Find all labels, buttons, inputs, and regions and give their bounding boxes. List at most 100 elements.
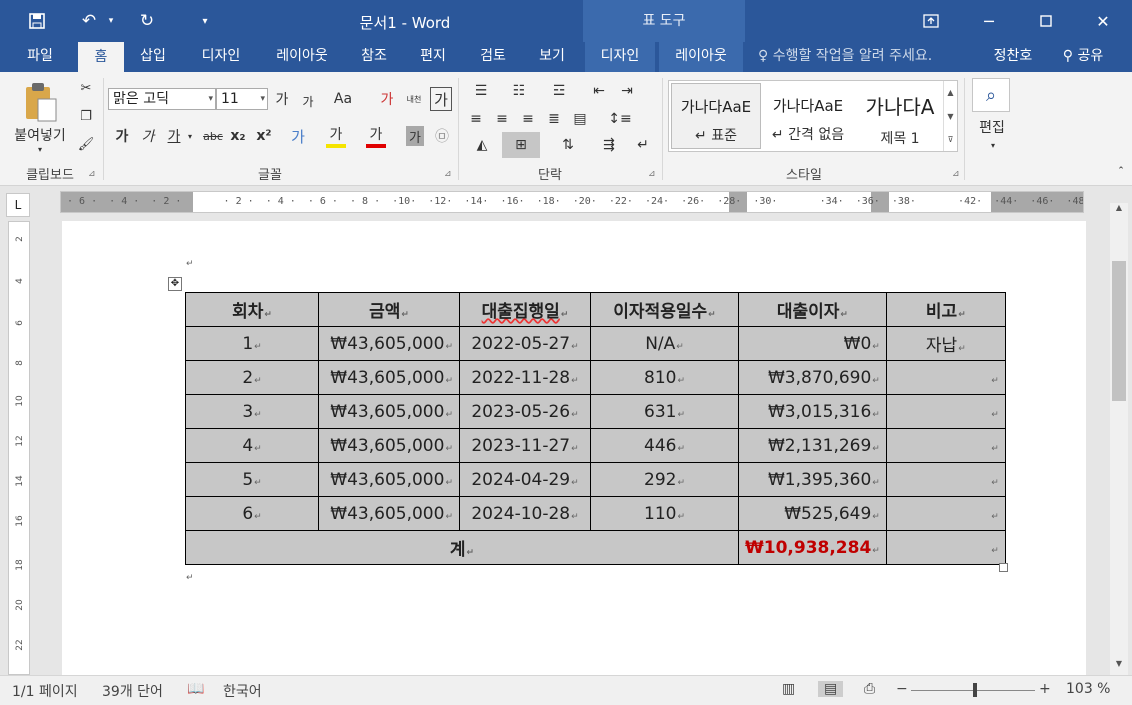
table-cell[interactable]: ↵: [885, 462, 1006, 497]
table-cell[interactable]: 5↵: [185, 462, 319, 497]
total-label-cell[interactable]: 계↵: [185, 530, 739, 565]
table-cell[interactable]: 2024-10-28↵: [459, 496, 591, 531]
font-name-combo[interactable]: 맑은 고딕 ▾: [108, 88, 216, 110]
save-icon[interactable]: [22, 8, 52, 34]
table-cell[interactable]: 110↵: [590, 496, 739, 531]
web-layout-icon[interactable]: ⎙: [864, 681, 875, 697]
col-header[interactable]: 대출집행일↵: [459, 292, 591, 327]
font-color-button[interactable]: 가: [366, 124, 386, 148]
underline-button[interactable]: 가: [164, 124, 184, 148]
copy-icon[interactable]: ❐: [76, 106, 96, 126]
table-cell[interactable]: ↵: [885, 496, 1006, 531]
zoom-out-icon[interactable]: −: [896, 681, 908, 697]
tab-view[interactable]: 보기: [528, 42, 576, 72]
styles-launcher-icon[interactable]: ⊿: [952, 169, 960, 179]
gallery-up-icon[interactable]: ▲: [943, 81, 957, 105]
table-cell[interactable]: 2022-05-27↵: [459, 326, 591, 361]
distribute-icon[interactable]: ▤: [570, 108, 590, 130]
style-normal[interactable]: 가나다AaE ↵ 표준: [671, 83, 761, 149]
col-header[interactable]: 회차↵: [185, 292, 319, 327]
table-cell[interactable]: ₩0↵: [738, 326, 887, 361]
table-cell[interactable]: ↵: [885, 360, 1006, 395]
cut-icon[interactable]: ✂: [76, 78, 96, 98]
change-case-button[interactable]: Aa: [330, 88, 356, 110]
col-header[interactable]: 비고↵: [885, 292, 1006, 327]
tab-review[interactable]: 검토: [470, 42, 516, 72]
tab-selector[interactable]: L: [6, 193, 30, 217]
tab-table-design[interactable]: 디자인: [585, 42, 655, 72]
language[interactable]: 한국어: [223, 681, 262, 701]
multilevel-list-icon[interactable]: ☲: [542, 80, 576, 102]
highlight-button[interactable]: 가: [326, 124, 346, 148]
table-cell[interactable]: ₩43,605,000↵: [318, 462, 460, 497]
superscript-button[interactable]: x²: [254, 124, 274, 148]
table-cell[interactable]: 2024-04-29↵: [459, 462, 591, 497]
decrease-indent-icon[interactable]: ⇤: [588, 80, 610, 102]
scroll-thumb[interactable]: [1112, 261, 1126, 401]
tab-home[interactable]: 홈: [78, 42, 124, 72]
enclose-chars-button[interactable]: ㉤: [432, 124, 452, 148]
collapse-ribbon-icon[interactable]: ⌃: [1114, 164, 1128, 178]
table-cell[interactable]: 3↵: [185, 394, 319, 429]
paragraph-launcher-icon[interactable]: ⊿: [648, 169, 656, 179]
font-launcher-icon[interactable]: ⊿: [444, 169, 452, 179]
increase-indent-icon[interactable]: ⇥: [616, 80, 638, 102]
table-cell[interactable]: 631↵: [590, 394, 739, 429]
table-cell[interactable]: 2023-11-27↵: [459, 428, 591, 463]
table-cell[interactable]: 2↵: [185, 360, 319, 395]
subscript-button[interactable]: x₂: [228, 124, 248, 148]
gallery-down-icon[interactable]: ▼: [943, 105, 957, 129]
bullets-icon[interactable]: ☰: [466, 80, 496, 102]
table-cell[interactable]: 자납↵: [885, 326, 1006, 361]
clear-format-button[interactable]: 가: [376, 88, 398, 110]
undo-dropdown-icon[interactable]: ▾: [104, 8, 118, 34]
proofing-icon[interactable]: 📖: [187, 681, 204, 697]
shrink-font-button[interactable]: 가: [298, 90, 318, 112]
minimize-icon[interactable]: ─: [961, 0, 1017, 42]
col-header[interactable]: 금액↵: [318, 292, 460, 327]
table-cell[interactable]: 292↵: [590, 462, 739, 497]
customize-qat-icon[interactable]: ▾: [196, 8, 214, 34]
table-cell[interactable]: ₩43,605,000↵: [318, 326, 460, 361]
read-mode-icon[interactable]: ▥: [782, 681, 795, 697]
borders-icon[interactable]: ⊞: [502, 132, 540, 158]
share-button[interactable]: ⚲ 공유: [1048, 42, 1118, 72]
line-spacing-icon[interactable]: ↕≡: [604, 108, 636, 130]
zoom-slider-thumb[interactable]: [973, 683, 978, 697]
vertical-ruler[interactable]: 2 4 6 8 10 12 14 16 18 20 22: [8, 221, 30, 675]
tab-file[interactable]: 파일: [14, 42, 66, 72]
align-right-icon[interactable]: ≡: [518, 108, 538, 130]
tab-design[interactable]: 디자인: [190, 42, 252, 72]
align-left-icon[interactable]: ≡: [466, 108, 486, 130]
font-name-dropdown-icon[interactable]: ▾: [208, 89, 213, 109]
italic-button[interactable]: 가: [138, 124, 158, 148]
maximize-icon[interactable]: [1018, 0, 1074, 42]
scroll-up-icon[interactable]: ▲: [1110, 203, 1128, 217]
align-center-icon[interactable]: ≡: [492, 108, 512, 130]
scroll-down-icon[interactable]: ▼: [1110, 659, 1128, 673]
sort-icon[interactable]: ⇅: [552, 134, 584, 156]
table-cell[interactable]: 446↵: [590, 428, 739, 463]
table-cell[interactable]: N/A↵: [590, 326, 739, 361]
vertical-scrollbar[interactable]: ▲ ▼: [1110, 203, 1128, 675]
user-name[interactable]: 정찬호: [986, 42, 1040, 72]
strikethrough-button[interactable]: abc: [200, 124, 226, 148]
redo-icon[interactable]: ↻: [134, 8, 160, 34]
font-size-dropdown-icon[interactable]: ▾: [260, 89, 265, 109]
table-cell[interactable]: ₩43,605,000↵: [318, 360, 460, 395]
justify-icon[interactable]: ≣: [544, 108, 564, 130]
editing-button[interactable]: 편집: [966, 116, 1018, 138]
show-marks-icon[interactable]: ↵: [632, 134, 654, 156]
table-move-handle-icon[interactable]: ✥: [168, 277, 182, 291]
table-cell[interactable]: 2022-11-28↵: [459, 360, 591, 395]
interest-table[interactable]: 회차↵ 금액↵ 대출집행일↵ 이자적용일수↵ 대출이자↵ 비고↵ 1↵ ₩43,…: [185, 292, 1006, 565]
table-cell[interactable]: ₩2,131,269↵: [738, 428, 887, 463]
table-cell[interactable]: ₩43,605,000↵: [318, 496, 460, 531]
col-header[interactable]: 대출이자↵: [738, 292, 887, 327]
style-heading-1[interactable]: 가나다A 제목 1: [855, 83, 945, 149]
phonetic-guide-button[interactable]: 내천: [402, 86, 426, 112]
horizontal-ruler[interactable]: · 6 · · 4 · · 2 · · 2 · · 4 · · 6 · · 8 …: [60, 191, 1084, 213]
print-layout-icon[interactable]: ▤: [818, 681, 844, 697]
tab-layout[interactable]: 레이아웃: [264, 42, 340, 72]
word-count[interactable]: 39개 단어: [102, 681, 163, 701]
